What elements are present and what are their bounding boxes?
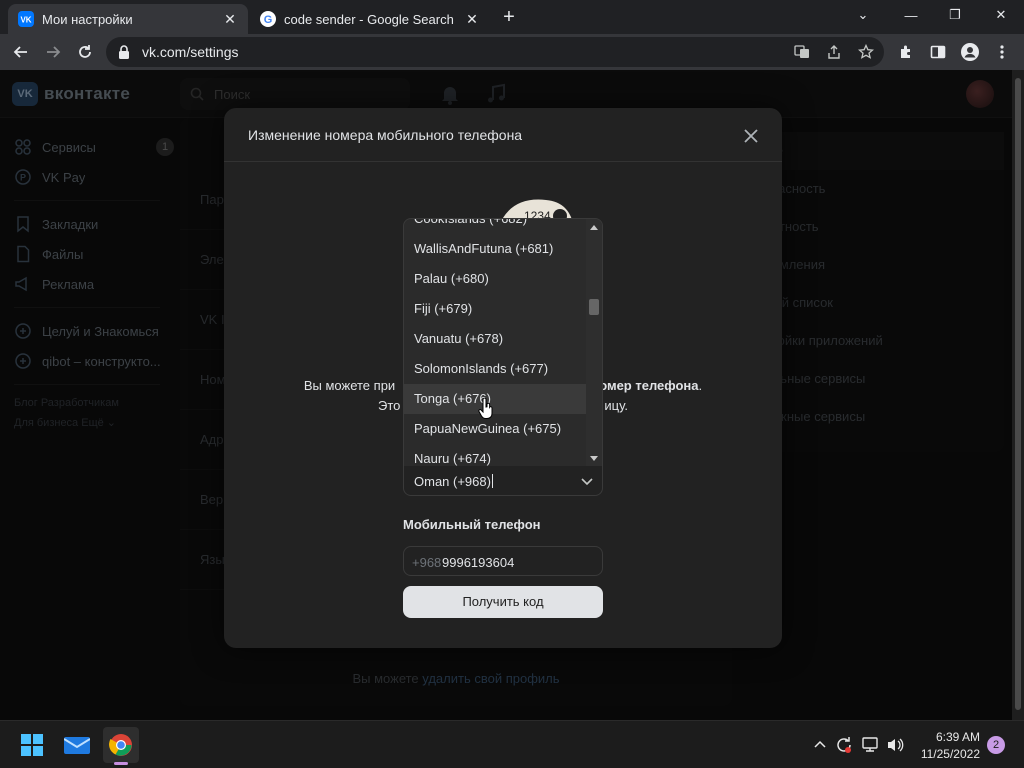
clock-date: 11/25/2022	[920, 747, 980, 761]
page-scrollbar[interactable]	[1012, 70, 1024, 720]
modal-close-button[interactable]	[740, 125, 762, 147]
get-code-button[interactable]: Получить код	[403, 586, 603, 618]
active-app-indicator	[114, 762, 128, 765]
tab-vk-settings[interactable]: VK Мои настройки ✕	[8, 4, 248, 34]
arrow-left-icon	[13, 46, 27, 58]
scrollbar-thumb[interactable]	[1015, 78, 1021, 710]
taskbar-clock[interactable]: 6:39 AM 11/25/2022	[918, 729, 980, 763]
svg-text:G: G	[264, 14, 273, 26]
translate-icon[interactable]	[792, 42, 812, 62]
tab-search-chevron-icon[interactable]: ⌄	[850, 4, 876, 26]
country-option[interactable]: Palau (+680)	[404, 264, 586, 294]
scroll-down-arrow-icon[interactable]	[590, 456, 598, 461]
clock-time: 6:39 AM	[935, 730, 980, 744]
speaker-volume-icon[interactable]	[885, 735, 905, 755]
country-options: CookIslands (+682) WallisAndFutuna (+681…	[404, 219, 586, 466]
country-option[interactable]: Nauru (+674)	[404, 444, 586, 466]
country-select[interactable]: Oman (+968)	[403, 466, 603, 496]
vk-favicon-icon: VK	[18, 11, 34, 27]
forward-button[interactable]	[40, 39, 66, 65]
country-option[interactable]: CookIslands (+682)	[404, 219, 586, 234]
country-option[interactable]: WallisAndFutuna (+681)	[404, 234, 586, 264]
close-tab-icon[interactable]: ✕	[464, 11, 480, 27]
reload-icon	[79, 45, 91, 58]
restore-button[interactable]: ❐	[942, 4, 968, 26]
country-option[interactable]: PapuaNewGuinea (+675)	[404, 414, 586, 444]
close-icon	[744, 129, 758, 143]
browser-tabstrip: VK Мои настройки ✕ G code sender - Googl…	[0, 0, 1024, 34]
text-caret	[491, 474, 493, 488]
phone-field-label: Мобильный телефон	[403, 517, 541, 532]
tab-title: code sender - Google Search	[284, 11, 454, 27]
profile-icon[interactable]	[960, 42, 980, 62]
tab-google-search[interactable]: G code sender - Google Search ✕	[250, 4, 490, 34]
hand-pointer-cursor-icon	[478, 398, 493, 419]
change-phone-modal: Изменение номера мобильного телефона 123…	[224, 108, 782, 648]
notification-count-badge[interactable]: 2	[987, 736, 1005, 754]
star-bookmark-icon[interactable]	[856, 42, 876, 62]
browser-toolbar: vk.com/settings	[0, 34, 1024, 70]
chrome-menu-icon[interactable]	[992, 42, 1012, 62]
scroll-up-arrow-icon[interactable]	[590, 225, 598, 230]
sync-alert-icon[interactable]	[834, 735, 854, 755]
taskbar-chrome-app[interactable]	[103, 727, 139, 763]
screen: VK Мои настройки ✕ G code sender - Googl…	[0, 0, 1024, 768]
dropdown-scrollbar[interactable]	[586, 219, 602, 466]
address-bar[interactable]: vk.com/settings	[106, 37, 884, 67]
minimize-button[interactable]: —	[898, 4, 924, 26]
modal-header: Изменение номера мобильного телефона	[224, 108, 782, 162]
new-tab-button[interactable]: +	[498, 6, 520, 28]
windows-taskbar: 6:39 AM 11/25/2022 2	[0, 720, 1024, 768]
country-option[interactable]: SolomonIslands (+677)	[404, 354, 586, 384]
close-tab-icon[interactable]: ✕	[222, 11, 238, 27]
phone-prefix: +968	[412, 555, 442, 570]
share-icon[interactable]	[824, 42, 844, 62]
dropdown-scrollbar-thumb[interactable]	[589, 299, 599, 315]
svg-text:VK: VK	[20, 16, 31, 25]
arrow-right-icon	[47, 46, 61, 58]
phone-number-input[interactable]: +968 9996193604	[403, 546, 603, 576]
chrome-icon	[109, 734, 132, 756]
lock-icon[interactable]	[118, 44, 130, 60]
chevron-down-icon	[581, 478, 593, 486]
network-monitor-icon[interactable]	[860, 735, 880, 755]
extensions-puzzle-icon[interactable]	[896, 42, 916, 62]
phone-number-value: 9996193604	[442, 555, 515, 570]
back-button[interactable]	[8, 39, 34, 65]
country-dropdown-list[interactable]: CookIslands (+682) WallisAndFutuna (+681…	[403, 218, 603, 466]
show-hidden-icons-chevron-icon[interactable]	[810, 735, 830, 755]
side-panel-icon[interactable]	[928, 42, 948, 62]
country-option[interactable]: Vanuatu (+678)	[404, 324, 586, 354]
windows-start-button[interactable]	[14, 727, 50, 763]
url-text: vk.com/settings	[142, 44, 239, 60]
modal-title: Изменение номера мобильного телефона	[248, 127, 523, 143]
tab-title: Мои настройки	[42, 11, 133, 27]
close-window-button[interactable]: ✕	[988, 4, 1014, 26]
reload-button[interactable]	[72, 39, 98, 65]
google-favicon-icon: G	[260, 11, 276, 27]
mail-icon	[64, 737, 90, 754]
country-select-value: Oman (+968)	[414, 474, 493, 489]
country-option[interactable]: Fiji (+679)	[404, 294, 586, 324]
taskbar-mail-app[interactable]	[59, 727, 95, 763]
windows-logo-icon	[21, 734, 43, 756]
country-option-hovered[interactable]: Tonga (+676)	[404, 384, 586, 414]
